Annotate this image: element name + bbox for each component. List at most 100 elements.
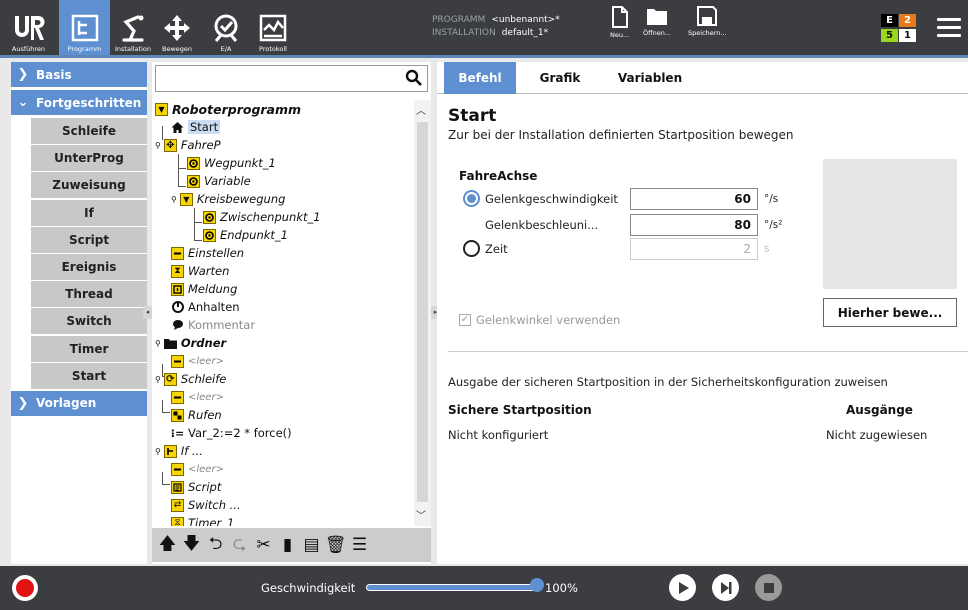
new-button[interactable]: Neu... [610, 6, 629, 39]
sidebar-item-timer[interactable]: Timer [31, 335, 147, 362]
tree-node-empty[interactable]: <leer> [171, 460, 224, 478]
sidebar-item-if[interactable]: If [31, 199, 147, 226]
speed-slider[interactable] [366, 584, 538, 591]
tree-node-circlemove[interactable]: ⚲ ▼ Kreisbewegung [171, 190, 285, 208]
undo-icon[interactable]: ⮌ [206, 534, 225, 555]
empty-slot-icon [171, 390, 184, 404]
tree-node-call[interactable]: Rufen [171, 406, 222, 424]
tab-graphics[interactable]: Grafik [525, 62, 595, 94]
nav-log[interactable]: Protokoll [253, 0, 293, 55]
tree-node-empty[interactable]: <leer> [171, 388, 224, 406]
tree-node-label: Timer_1 [188, 516, 235, 526]
nav-io[interactable]: E/A [208, 0, 244, 55]
tree-node-movep[interactable]: ⚲ ✥ FahreP [155, 136, 221, 154]
section-basis[interactable]: ❯ Basis [11, 62, 147, 87]
sidebar-item-thread[interactable]: Thread [31, 281, 147, 308]
scroll-down-icon[interactable]: ﹀ [416, 507, 426, 522]
new-file-icon [611, 6, 628, 28]
tree-node-variable[interactable]: Variable [187, 172, 251, 190]
tree-node-timer[interactable]: ⧖ Timer_1 [171, 514, 234, 526]
sidebar-item-script[interactable]: Script [31, 226, 147, 253]
tree-node-if[interactable]: ⚲ If ... [155, 442, 203, 460]
step-button[interactable] [712, 574, 739, 601]
time-radio[interactable] [463, 240, 480, 257]
sidebar-item-assignment[interactable]: Zuweisung [31, 172, 147, 199]
tree-node-label: Anhalten [188, 300, 240, 314]
nav-move[interactable]: Bewegen [157, 0, 197, 55]
move-here-button[interactable]: Hierher bewe... [823, 298, 957, 327]
section-advanced[interactable]: ⌄ Fortgeschritten [11, 90, 147, 115]
time-input[interactable]: 2 [630, 238, 758, 260]
scrollbar-thumb[interactable] [417, 122, 428, 502]
record-button[interactable] [12, 575, 38, 601]
tree-node-folder[interactable]: ⚲ Ordner [155, 334, 226, 352]
redo-icon[interactable]: ⮎ [230, 534, 249, 555]
nav-installation[interactable]: Installation [112, 0, 154, 55]
tree-node-assignment[interactable]: ⁝= Var_2:=2 * force() [171, 424, 292, 442]
tree-node-script[interactable]: Script [171, 478, 221, 496]
tree-node-label: Endpunkt_1 [220, 228, 288, 242]
sidebar-item-subprog[interactable]: UnterProg [31, 145, 147, 172]
tree-scrollbar[interactable]: ︿ ﹀ [414, 100, 431, 526]
tree-node-halt[interactable]: Anhalten [171, 298, 240, 316]
tree-node-endpoint[interactable]: Endpunkt_1 [203, 226, 288, 244]
tree-node-message[interactable]: Meldung [171, 280, 237, 298]
mode-e-count: 2 [899, 14, 916, 27]
move-up-icon[interactable]: 🡅 [158, 534, 177, 555]
sidebar-item-start[interactable]: Start [31, 362, 147, 389]
move-down-icon[interactable]: 🡇 [182, 534, 201, 555]
tree-search-input[interactable] [155, 65, 428, 92]
save-button[interactable]: Speichern... [688, 6, 727, 37]
sidebar-item-switch[interactable]: Switch [31, 308, 147, 335]
outputs-value: Nicht zugewiesen [826, 428, 928, 442]
sidebar-item-loop[interactable]: Schleife [31, 118, 147, 144]
open-label: Öffnen... [643, 29, 672, 37]
stop-icon [763, 582, 774, 593]
tab-bar: Befehl Grafik Variablen [437, 62, 968, 94]
ur-logo-icon [14, 15, 45, 40]
nav-program[interactable]: Programm [59, 0, 110, 55]
sidebar-item-event[interactable]: Ereignis [31, 253, 147, 280]
tab-command[interactable]: Befehl [444, 62, 516, 94]
section-templates[interactable]: ❯ Vorlagen [11, 390, 147, 416]
page-subtitle: Zur bei der Installation definierten Sta… [448, 128, 794, 142]
joint-accel-input[interactable]: 80 [630, 214, 758, 236]
divider [448, 351, 968, 352]
menu-icon[interactable] [937, 18, 961, 42]
cut-icon[interactable]: ✂ [254, 535, 273, 555]
joint-speed-input[interactable]: 60 [630, 188, 758, 210]
tree-node-waypoint[interactable]: Wegpunkt_1 [187, 154, 276, 172]
copy-icon[interactable]: ▮ [278, 535, 297, 555]
speed-slider-knob[interactable] [530, 578, 544, 592]
scroll-up-icon[interactable]: ︿ [416, 102, 426, 117]
tree-node-root[interactable]: ▼ Roboterprogramm [155, 100, 301, 118]
tree-node-loop[interactable]: ⚲ ⟳ Schleife [155, 370, 226, 388]
paste-icon[interactable]: ▤ [302, 535, 321, 555]
tree-node-empty[interactable]: <leer> [171, 352, 224, 370]
move-arrows-icon [164, 15, 190, 41]
tree-node-label: FahreP [180, 138, 221, 152]
folder-icon [163, 337, 177, 350]
delete-icon[interactable]: 🗑 [325, 535, 347, 555]
sidebar-collapse-handle[interactable]: ◂ [143, 306, 152, 319]
program-tree-panel: ▼ Roboterprogramm Start ⚲ ✥ FahreP Wegpu… [152, 62, 431, 564]
tree-node-comment[interactable]: Kommentar [171, 316, 255, 334]
tree-node-wait[interactable]: ⧗ Warten [171, 262, 229, 280]
mode-indicator[interactable]: E 2 5 1 [881, 14, 919, 44]
tree-node-label: If ... [180, 444, 203, 458]
tree-node-start[interactable]: Start [171, 118, 221, 136]
joint-speed-radio[interactable] [463, 190, 480, 207]
stop-button[interactable] [755, 574, 782, 601]
tree-node-label: Start [188, 120, 221, 134]
tree-node-switch[interactable]: ⇄ Switch ... [171, 496, 241, 514]
suppress-icon[interactable]: ☰ [350, 535, 369, 555]
tree-node-viapoint[interactable]: Zwischenpunkt_1 [203, 208, 321, 226]
loop-icon: ⟳ [163, 372, 177, 386]
tree-node-set[interactable]: Einstellen [171, 244, 244, 262]
log-icon [259, 14, 287, 42]
tab-variables[interactable]: Variablen [609, 62, 691, 94]
open-button[interactable]: Öffnen... [643, 6, 671, 37]
nav-run[interactable]: Ausführen [0, 0, 57, 55]
use-joint-angles-checkbox[interactable]: ✓ Gelenkwinkel verwenden [459, 313, 620, 327]
play-button[interactable] [669, 574, 696, 601]
